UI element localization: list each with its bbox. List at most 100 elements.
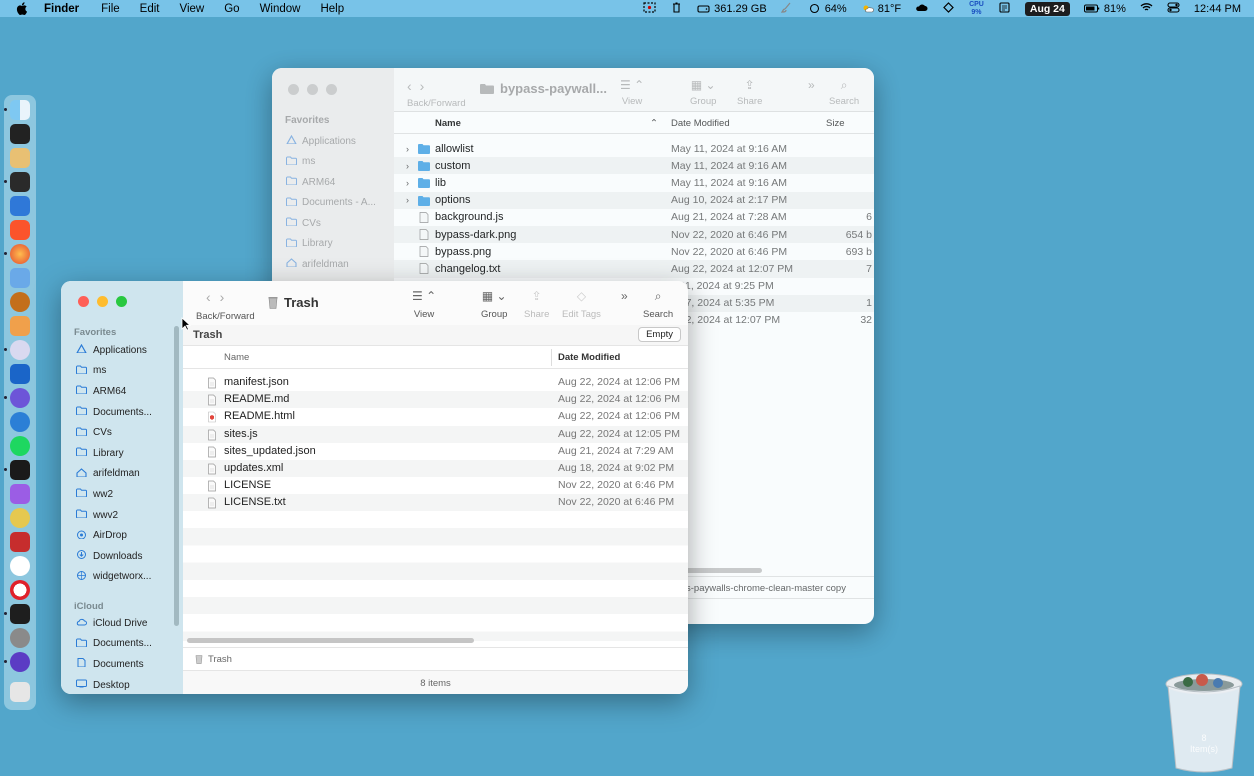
table-row[interactable]: › custom May 11, 2024 at 9:16 AM [394, 157, 874, 175]
sidebar-item-wwv2[interactable]: wwv2 [76, 505, 152, 526]
table-row[interactable]: LICENSE Nov 22, 2020 at 6:46 PM [183, 477, 688, 494]
desktop-trash-icon[interactable] [1164, 670, 1244, 774]
sidebar-item-arm64[interactable]: ARM64 [76, 381, 152, 402]
cyberduck-dock-icon[interactable] [10, 508, 30, 528]
empty-trash-button[interactable]: Empty [638, 327, 681, 342]
chatgpt-dock-icon[interactable] [10, 556, 30, 576]
horizontal-scrollbar[interactable] [187, 638, 474, 643]
cloud-app-icon[interactable] [915, 2, 928, 16]
table-row[interactable]: README.html Aug 22, 2024 at 12:06 PM [183, 408, 688, 425]
apple-menu-icon[interactable] [16, 2, 30, 15]
outlook-dock-icon[interactable] [10, 364, 30, 384]
trash-dock-icon[interactable] [10, 682, 30, 702]
sidebar-item-arifeldman[interactable]: arifeldman [76, 464, 152, 485]
zoom-button[interactable] [116, 296, 127, 307]
table-row[interactable]: sites.js Aug 22, 2024 at 12:05 PM [183, 425, 688, 443]
forward-button[interactable]: › [220, 289, 225, 305]
column-date[interactable]: Date Modified [558, 352, 620, 363]
sidebar-item-cvs[interactable]: CVs [76, 422, 152, 443]
sidebar-item-documents[interactable]: Documents [76, 654, 152, 675]
disclosure-chevron-icon[interactable]: › [406, 144, 409, 154]
quicktime-dock-icon[interactable] [10, 412, 30, 432]
table-row[interactable]: bypass.png Nov 22, 2020 at 6:46 PM 693 b [394, 243, 874, 260]
group-button[interactable]: ▦ ⌄ Group [690, 78, 716, 107]
sidebar-item-documents[interactable]: Documents... [76, 634, 152, 655]
table-row[interactable]: updates.xml Aug 18, 2024 at 9:02 PM [183, 459, 688, 478]
column-date[interactable]: Date Modified [671, 118, 730, 129]
forward-button[interactable]: › [420, 78, 425, 94]
terminal-dock-icon[interactable] [4, 460, 30, 480]
disclosure-chevron-icon[interactable]: › [406, 178, 409, 188]
brave-dock-icon[interactable] [10, 220, 30, 240]
group-button[interactable]: ▦ ⌄ Group [481, 289, 507, 320]
vpn-icon[interactable] [942, 1, 955, 16]
photo-app-dock-icon[interactable] [10, 316, 30, 336]
column-size[interactable]: Size [826, 118, 844, 129]
menu-help[interactable]: Help [320, 3, 344, 15]
opera-dock-icon[interactable] [10, 580, 30, 600]
battery-small-stat[interactable]: 64% [808, 3, 847, 15]
finder-dock-icon[interactable] [4, 100, 30, 120]
menu-app-finder[interactable]: Finder [44, 3, 79, 15]
table-row[interactable]: › lib May 11, 2024 at 9:16 AM [394, 174, 874, 191]
view-button[interactable]: ☰ ⌃ View [620, 78, 644, 107]
finder-window-trash[interactable]: Favorites Applications ms ARM64 Documents..… [61, 281, 688, 694]
podcast-dock-icon[interactable] [10, 484, 30, 504]
settings-dock-icon[interactable] [10, 628, 30, 648]
word-dock-icon[interactable] [10, 148, 30, 168]
sidebar-item-ms[interactable]: ms [286, 152, 376, 173]
menu-file[interactable]: File [101, 3, 120, 15]
more-button[interactable]: » [621, 289, 628, 309]
zoom-button[interactable] [326, 84, 337, 95]
minimize-button[interactable] [307, 84, 318, 95]
menu-go[interactable]: Go [224, 3, 239, 15]
battery-stat[interactable]: 81% [1083, 3, 1126, 15]
view-button[interactable]: ☰ ⌃ View [412, 289, 436, 320]
arc-dock-icon[interactable] [4, 388, 30, 408]
sidebar-item-icloud-drive[interactable]: iCloud Drive [76, 613, 152, 634]
sort-chevron-up-icon[interactable]: ⌃ [650, 118, 658, 129]
search-button[interactable]: ⌕ Search [829, 78, 859, 107]
sidebar-item-applications[interactable]: Applications [76, 340, 152, 361]
trash-menu-icon[interactable] [670, 1, 683, 16]
activity-monitor-dock-icon[interactable] [10, 124, 30, 144]
menu-edit[interactable]: Edit [140, 3, 160, 15]
notes-icon[interactable] [998, 1, 1011, 16]
table-row[interactable]: sites_updated.json Aug 21, 2024 at 7:29 A… [183, 443, 688, 460]
table-row[interactable]: › allowlist May 11, 2024 at 9:16 AM [394, 140, 874, 157]
preview-dock-icon[interactable] [10, 268, 30, 288]
wifi-icon[interactable] [1140, 2, 1153, 16]
control-center-icon[interactable] [1167, 1, 1180, 16]
edit-tags-button[interactable]: ◇ Edit Tags [562, 289, 601, 320]
davinci-dock-icon[interactable] [10, 532, 30, 552]
table-row[interactable]: LICENSE.txt Nov 22, 2020 at 6:46 PM [183, 494, 688, 512]
clock[interactable]: 12:44 PM [1194, 3, 1241, 15]
menu-view[interactable]: View [180, 3, 205, 15]
minimize-button[interactable] [97, 296, 108, 307]
menu-window[interactable]: Window [260, 3, 301, 15]
back-button[interactable]: ‹ [206, 289, 211, 305]
more-button[interactable]: » [808, 78, 815, 96]
sidebar-item-applications[interactable]: Applications [286, 131, 376, 152]
firefox-dock-icon[interactable] [4, 244, 30, 264]
sidebar-item-documents[interactable]: Documents... [76, 402, 152, 423]
share-button[interactable]: ⇪ Share [737, 78, 762, 107]
horizontal-scrollbar[interactable] [682, 568, 762, 573]
column-name[interactable]: Name [435, 118, 461, 129]
table-row[interactable]: README.md Aug 22, 2024 at 12:06 PM [183, 391, 688, 409]
back-button[interactable]: ‹ [407, 78, 412, 94]
table-row[interactable]: manifest.json Aug 22, 2024 at 12:06 PM [183, 374, 688, 391]
close-button[interactable] [78, 296, 89, 307]
screenshot-icon[interactable] [643, 1, 656, 16]
xcode-tools-dock-icon[interactable] [10, 196, 30, 216]
share-button[interactable]: ⇪ Share [524, 289, 549, 320]
sidebar-item-widgetworx[interactable]: widgetworx... [76, 567, 152, 588]
sidebar-item-airdrop[interactable]: AirDrop [76, 525, 152, 546]
column-name[interactable]: Name [224, 352, 249, 363]
sidebar-item-ms[interactable]: ms [76, 361, 152, 382]
table-row[interactable]: background.js Aug 21, 2024 at 7:28 AM 6 [394, 209, 874, 226]
sidebar-item-cvs[interactable]: CVs [286, 213, 376, 234]
table-row[interactable]: changelog.txt Aug 22, 2024 at 12:07 PM 7 [394, 260, 874, 278]
table-row[interactable]: › options Aug 10, 2024 at 2:17 PM [394, 191, 874, 209]
code-editor-dock-icon[interactable] [4, 604, 30, 624]
